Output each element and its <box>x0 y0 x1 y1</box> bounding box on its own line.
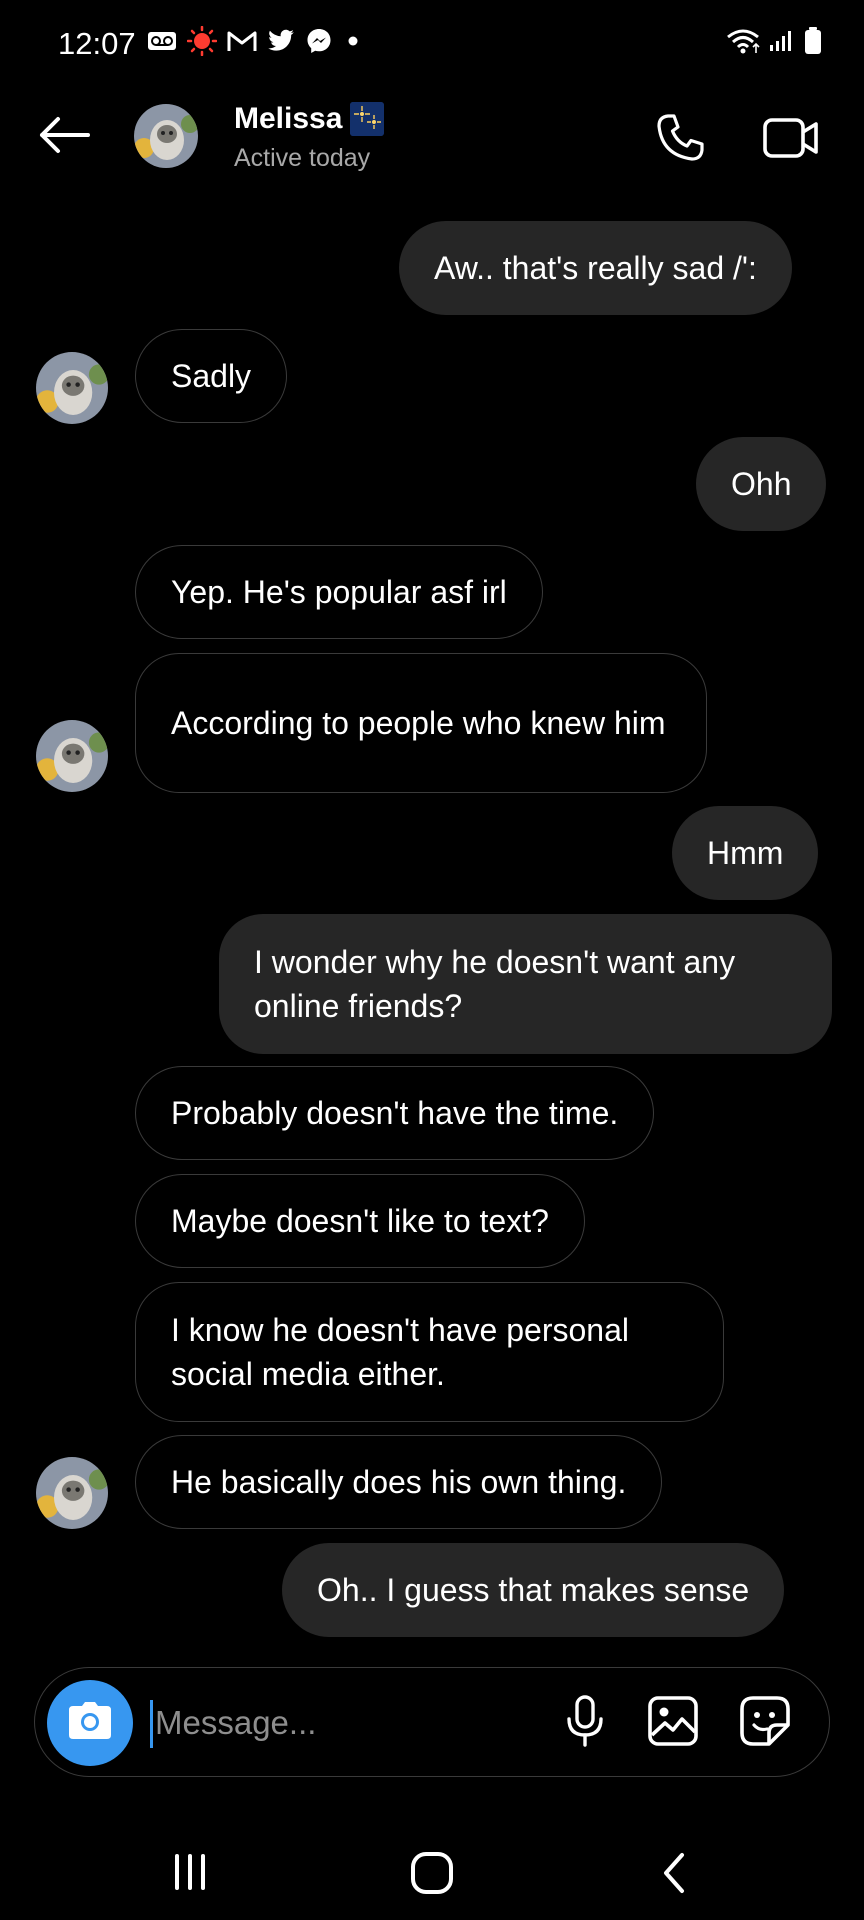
message-text: Ohh <box>731 466 792 502</box>
system-navigation-bar <box>0 1820 864 1920</box>
message-bubble-incoming[interactable]: He basically does his own thing. <box>135 1435 663 1529</box>
text-cursor <box>150 1700 153 1748</box>
message-bubble-outgoing[interactable]: Oh.. I guess that makes sense <box>282 1543 785 1637</box>
message-text: Yep. He's popular asf irl <box>171 574 507 610</box>
microphone-icon <box>565 1694 605 1752</box>
message-text: I wonder why he doesn't want any online … <box>254 944 736 1024</box>
video-camera-icon <box>763 116 819 165</box>
sender-avatar[interactable] <box>36 1457 108 1529</box>
message-bubble-outgoing[interactable]: Hmm <box>672 806 819 900</box>
message-composer <box>34 1667 830 1777</box>
recents-icon <box>170 1852 210 1897</box>
message-bubble-incoming[interactable]: Maybe doesn't like to text? <box>135 1174 585 1268</box>
message-bubble-outgoing[interactable]: Ohh <box>696 437 827 531</box>
twitter-icon <box>267 29 295 58</box>
gallery-button[interactable] <box>643 1693 703 1753</box>
message-text: He basically does his own thing. <box>171 1464 627 1500</box>
message-bubble-incoming[interactable]: According to people who knew him <box>135 653 707 793</box>
messenger-icon <box>305 27 333 60</box>
gmail-icon <box>227 29 257 58</box>
signal-icon <box>768 29 794 58</box>
header-avatar[interactable] <box>134 104 198 168</box>
back-button[interactable] <box>34 112 94 162</box>
camera-icon <box>67 1701 113 1746</box>
wifi-icon <box>726 27 760 60</box>
message-bubble-outgoing[interactable]: I wonder why he doesn't want any online … <box>219 914 832 1054</box>
audio-call-button[interactable] <box>650 110 710 170</box>
home-button[interactable] <box>402 1850 462 1900</box>
message-text: According to people who knew him <box>171 705 666 741</box>
message-bubble-incoming[interactable]: Probably doesn't have the time. <box>135 1066 655 1160</box>
message-bubble-incoming[interactable]: I know he doesn't have personal social m… <box>135 1282 724 1422</box>
contact-name-text: Melissa <box>234 102 343 135</box>
message-text: Oh.. I guess that makes sense <box>317 1572 750 1608</box>
status-bar: 12:07 <box>0 0 864 90</box>
back-icon <box>660 1851 690 1900</box>
message-text: I know he doesn't have personal social m… <box>171 1312 629 1392</box>
gallery-icon <box>647 1695 699 1752</box>
message-bubble-incoming[interactable]: Sadly <box>135 329 288 423</box>
contact-name[interactable]: Melissa <box>234 102 385 136</box>
message-text: Maybe doesn't like to text? <box>171 1203 549 1239</box>
system-icons <box>726 26 824 60</box>
system-back-button[interactable] <box>645 1850 705 1900</box>
fireworks-emoji-icon <box>350 102 385 136</box>
message-input[interactable] <box>155 1694 555 1752</box>
message-bubble-incoming[interactable]: Yep. He's popular asf irl <box>135 545 543 639</box>
message-text: Hmm <box>707 835 784 871</box>
battery-icon <box>802 26 824 61</box>
phone-icon <box>654 112 706 169</box>
voice-message-button[interactable] <box>555 1693 615 1753</box>
message-bubble-outgoing[interactable]: Aw.. that's really sad /': <box>399 221 792 315</box>
sender-avatar[interactable] <box>36 352 108 424</box>
active-status: Active today <box>234 144 371 172</box>
status-time: 12:07 <box>58 26 136 61</box>
message-text: Sadly <box>171 358 252 394</box>
video-call-button[interactable] <box>756 110 826 170</box>
back-arrow-icon <box>38 115 90 160</box>
notification-icons <box>147 25 363 61</box>
chat-header: Melissa Active today <box>0 90 864 200</box>
sender-avatar[interactable] <box>36 720 108 792</box>
record-icon <box>186 25 218 61</box>
camera-button[interactable] <box>47 1680 133 1766</box>
voicemail-icon <box>147 30 177 57</box>
message-text: Aw.. that's really sad /': <box>434 250 757 286</box>
home-icon <box>410 1851 454 1900</box>
recents-button[interactable] <box>160 1852 220 1896</box>
sticker-button[interactable] <box>735 1693 795 1753</box>
sticker-icon <box>739 1695 791 1752</box>
dot-icon <box>343 31 363 56</box>
message-text: Probably doesn't have the time. <box>171 1095 619 1131</box>
